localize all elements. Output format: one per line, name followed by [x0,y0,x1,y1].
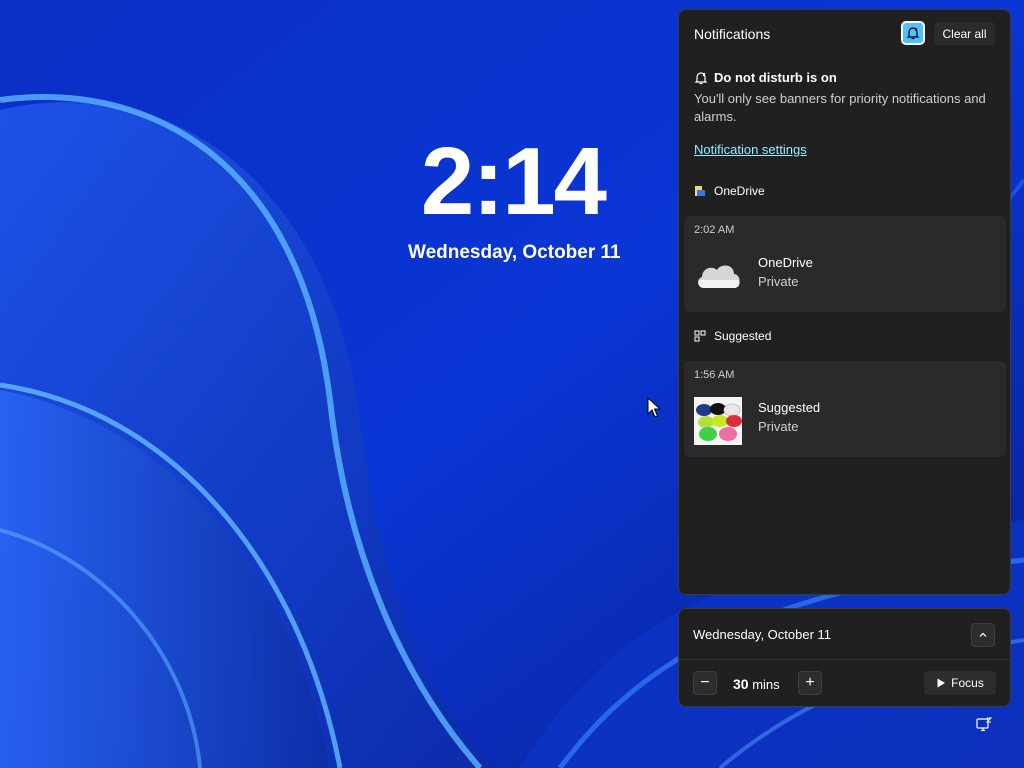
focus-duration-unit: mins [752,677,780,692]
notification-title: OneDrive [758,255,813,270]
panel-divider [679,659,1010,660]
clock-date: Wednesday, October 11 [408,242,621,263]
suggested-app-icon [694,330,706,342]
notification-subtitle: Private [758,419,799,434]
notification-tray-icon[interactable] [976,717,992,733]
clear-all-button[interactable]: Clear all [934,22,995,45]
lock-screen-clock: 2:14 Wednesday, October 11 [408,128,621,264]
focus-start-button[interactable]: Focus [924,671,996,695]
dnd-heading-text: Do not disturb is on [714,70,837,85]
do-not-disturb-icon: z [906,27,920,40]
notification-settings-link[interactable]: Notification settings [694,142,807,157]
play-icon [937,678,946,688]
notification-subtitle: Private [758,274,799,289]
notification-time: 2:02 AM [694,224,735,236]
notification-card-suggested[interactable]: 1:56 AM Suggested Private [684,361,1006,457]
onedrive-cloud-icon [698,265,740,288]
dnd-description: You'll only see banners for priority not… [694,91,986,124]
do-not-disturb-toggle[interactable]: z [901,21,925,45]
app-header-onedrive[interactable]: OneDrive [694,184,765,198]
calendar-focus-panel: Wednesday, October 11 − 30 mins + Focus [678,608,1011,707]
app-header-label: Suggested [714,329,772,343]
svg-text:z: z [703,72,706,78]
notification-center-title: Notifications [694,26,771,42]
chevron-up-icon [979,632,987,637]
app-header-label: OneDrive [714,184,765,198]
clock-time: 2:14 [420,128,607,235]
do-not-disturb-bell-icon: z [694,72,708,84]
notification-card-onedrive[interactable]: 2:02 AM OneDrive Private [684,216,1006,312]
focus-duration-value: 30 [733,676,749,692]
notification-title: Suggested [758,400,821,415]
focus-duration: 30 mins [733,676,780,692]
decrease-duration-button[interactable]: − [693,671,717,695]
increase-duration-button[interactable]: + [798,671,822,695]
onedrive-app-icon [695,186,705,196]
focus-button-label: Focus [951,676,984,690]
collapse-calendar-button[interactable] [971,623,995,647]
xbox-controllers-image [694,397,742,445]
dnd-status-heading: z Do not disturb is on [694,70,837,85]
calendar-date[interactable]: Wednesday, October 11 [693,627,831,642]
notification-time: 1:56 AM [694,369,735,381]
notification-center: Notifications z Clear all z Do not distu… [678,9,1011,595]
app-header-suggested[interactable]: Suggested [694,329,771,343]
svg-text:z: z [915,27,918,33]
mouse-cursor-icon [647,397,661,418]
